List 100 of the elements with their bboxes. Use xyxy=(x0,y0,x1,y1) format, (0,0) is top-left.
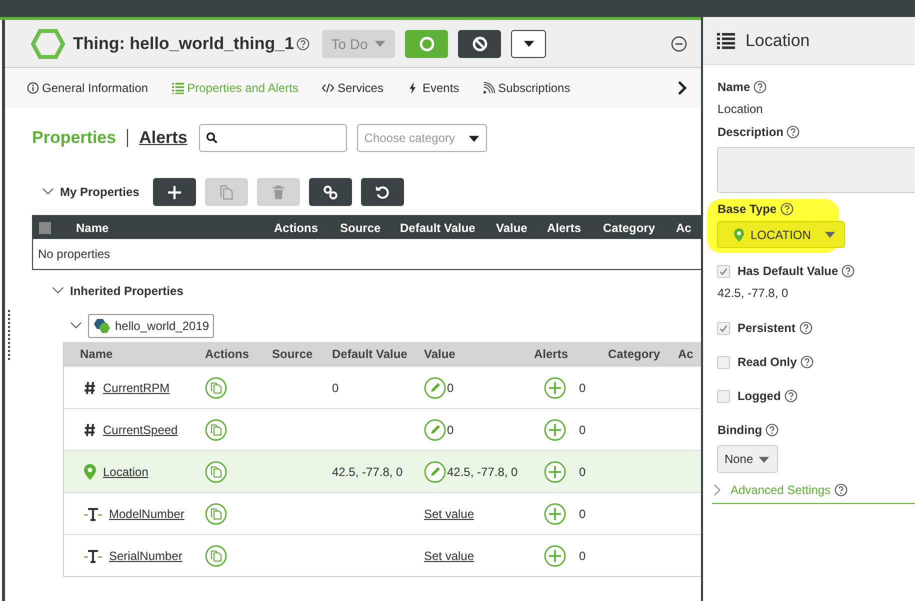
add-icon[interactable] xyxy=(544,376,566,398)
checkbox[interactable] xyxy=(717,356,730,368)
toolbar-button[interactable] xyxy=(361,178,404,206)
checkmark-icon xyxy=(719,266,728,276)
hexagon-icon xyxy=(31,28,65,58)
column-header[interactable]: Actions xyxy=(274,220,340,234)
text-type-icon xyxy=(84,506,102,520)
column-header[interactable]: Source xyxy=(268,347,328,361)
help-icon[interactable] xyxy=(786,125,800,139)
help-icon[interactable] xyxy=(800,355,814,369)
column-header[interactable]: Name xyxy=(76,220,274,234)
copy-icon[interactable] xyxy=(205,418,227,440)
section-title: My Properties xyxy=(60,185,140,199)
empty-message: No properties xyxy=(38,247,110,261)
property-link[interactable]: SerialNumber xyxy=(109,548,182,562)
property-link[interactable]: Location xyxy=(103,464,148,478)
circle-button[interactable] xyxy=(405,30,448,58)
column-header[interactable]: Category xyxy=(603,220,676,234)
caret-icon xyxy=(758,454,770,464)
binding-dropdown[interactable]: None xyxy=(717,445,778,473)
help-icon[interactable] xyxy=(834,483,848,497)
property-link[interactable]: ModelNumber xyxy=(109,506,184,520)
location-pin-icon xyxy=(734,228,744,242)
pencil-icon[interactable] xyxy=(424,418,446,440)
location-pin-icon xyxy=(84,464,96,480)
help-icon[interactable] xyxy=(780,202,794,216)
help-icon[interactable] xyxy=(784,389,798,403)
table-cell: 0 xyxy=(579,464,586,478)
copy-icon[interactable] xyxy=(205,502,227,524)
add-icon[interactable] xyxy=(544,460,566,482)
more-button[interactable] xyxy=(511,30,546,58)
set-value-link[interactable]: Set value xyxy=(424,506,474,520)
hexagons-icon xyxy=(93,318,111,334)
table-cell: 0 xyxy=(579,548,586,562)
add-icon[interactable] xyxy=(544,502,566,524)
column-header[interactable]: Actions xyxy=(201,347,268,361)
section-tab[interactable]: Alerts xyxy=(139,128,188,148)
column-header[interactable]: Alerts xyxy=(530,347,604,361)
hash-icon xyxy=(84,422,96,436)
copy-icon[interactable] xyxy=(205,376,227,398)
column-header[interactable]: Value xyxy=(496,220,547,234)
info-icon xyxy=(27,82,39,94)
select-all-checkbox[interactable] xyxy=(39,222,51,234)
checkbox-label: Has Default Value xyxy=(737,264,838,278)
field-label: Description xyxy=(717,125,784,139)
column-header[interactable]: Default Value xyxy=(400,220,496,234)
copy-icon xyxy=(219,184,234,200)
toolbar-button[interactable] xyxy=(309,178,352,206)
table-cell: 42.5, -77.8, 0 xyxy=(332,464,403,478)
help-icon[interactable] xyxy=(296,36,310,50)
column-header[interactable]: Ac xyxy=(674,347,702,361)
help-icon[interactable] xyxy=(765,423,780,437)
column-header[interactable]: Alerts xyxy=(547,220,603,234)
description-field[interactable] xyxy=(717,147,915,193)
tab[interactable]: Services xyxy=(322,81,384,95)
undo-icon xyxy=(375,184,390,200)
tab[interactable]: General Information xyxy=(27,81,148,95)
table-cell: 0 xyxy=(579,380,586,394)
column-header[interactable]: Category xyxy=(604,347,674,361)
prohibited-icon xyxy=(472,36,488,52)
help-icon[interactable] xyxy=(798,321,812,335)
checkbox[interactable] xyxy=(717,264,730,278)
table-row[interactable]: Location 42.5, -77.8, 0 42.5, -77.8, 0 0 xyxy=(64,450,702,492)
copy-icon[interactable] xyxy=(205,460,227,482)
panel-title: Location xyxy=(745,30,810,50)
caret-icon xyxy=(522,39,534,48)
property-link[interactable]: CurrentRPM xyxy=(103,380,170,394)
table-cell: 0 xyxy=(579,422,586,436)
checkbox[interactable] xyxy=(717,322,730,334)
checkbox-label: Logged xyxy=(737,389,781,403)
checkbox-label: Read Only xyxy=(737,355,797,369)
chevron-right-icon[interactable] xyxy=(677,81,688,95)
column-header[interactable]: Name xyxy=(64,347,201,361)
copy-icon[interactable] xyxy=(205,544,227,566)
text-type-icon xyxy=(84,548,102,562)
base-type-select[interactable]: LOCATION xyxy=(717,221,846,248)
thing-template-link[interactable]: hello_world_2019 xyxy=(88,314,214,338)
circle-icon xyxy=(418,36,434,52)
collapse-icon[interactable] xyxy=(671,36,688,52)
column-header[interactable]: Default Value xyxy=(328,347,420,361)
property-link[interactable]: CurrentSpeed xyxy=(103,422,178,436)
set-value-link[interactable]: Set value xyxy=(424,548,474,562)
hash-icon xyxy=(84,380,96,394)
column-header[interactable]: Ac xyxy=(676,220,692,234)
help-icon[interactable] xyxy=(841,264,856,278)
add-icon[interactable] xyxy=(544,418,566,440)
feed-icon xyxy=(483,82,496,94)
pencil-icon[interactable] xyxy=(424,376,446,398)
pencil-icon[interactable] xyxy=(424,460,446,482)
tab[interactable]: Events xyxy=(407,81,460,95)
search-field[interactable] xyxy=(199,124,348,152)
block-button[interactable] xyxy=(458,30,501,58)
help-icon[interactable] xyxy=(753,80,768,94)
checkmark-icon xyxy=(719,324,728,332)
add-icon[interactable] xyxy=(544,544,566,566)
column-header[interactable]: Source xyxy=(340,220,400,234)
checkbox[interactable] xyxy=(717,390,730,402)
tab[interactable]: Subscriptions xyxy=(483,81,570,95)
toolbar-button[interactable] xyxy=(153,178,196,206)
column-header[interactable]: Value xyxy=(420,347,530,361)
